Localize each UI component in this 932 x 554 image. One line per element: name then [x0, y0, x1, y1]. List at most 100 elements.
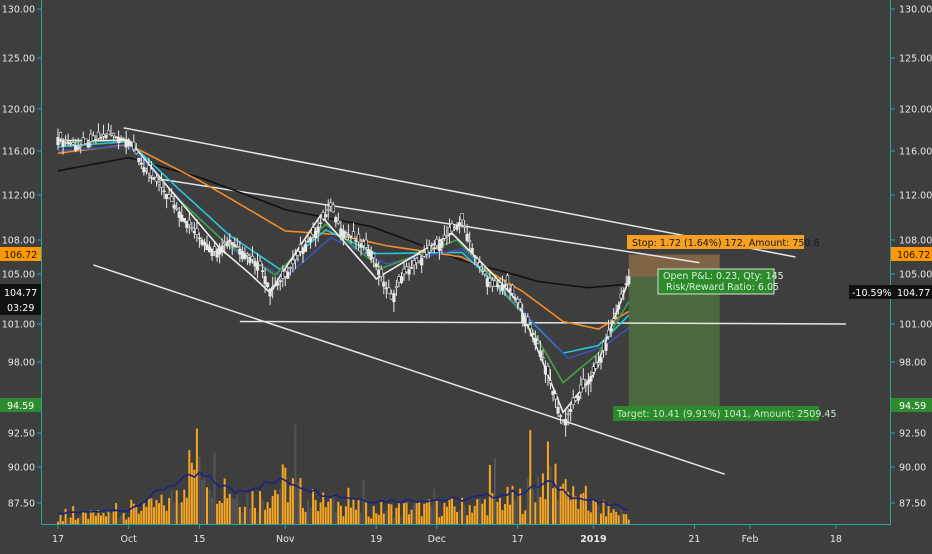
volume-bar [559, 486, 562, 524]
candle-body [154, 176, 159, 182]
volume-bar [569, 499, 572, 524]
volume-bar [395, 507, 398, 524]
volume-bar [408, 514, 411, 524]
chart-area[interactable]: Stop: 1.72 (1.64%) 172, Amount: 750.6 Op… [0, 0, 932, 550]
volume-bar [481, 503, 484, 524]
volume-bar [549, 466, 552, 524]
candle-body [228, 239, 232, 243]
volume-bar [534, 502, 537, 524]
target-zone[interactable] [628, 276, 720, 407]
volume-bar [332, 493, 335, 524]
candle-body [470, 248, 474, 254]
candle-body [407, 269, 411, 275]
volume-bar [130, 499, 133, 524]
candle-body [195, 228, 199, 235]
candle-body [518, 302, 522, 309]
candle-body [215, 249, 219, 258]
candle-body [412, 260, 416, 266]
candle-body [614, 312, 618, 315]
candle-body [516, 298, 520, 304]
volume-bar [112, 511, 115, 524]
volume-bar [529, 430, 532, 524]
volume-bar [360, 512, 363, 524]
volume-bar [145, 506, 148, 524]
candle-body [437, 242, 441, 252]
volume-bar [87, 518, 90, 524]
candle-body [432, 247, 436, 250]
candle-body [344, 232, 348, 234]
volume-bar [102, 512, 105, 524]
volume-bar [509, 504, 512, 524]
candle-body [185, 221, 189, 228]
candle-body [566, 413, 570, 416]
y-tick-label-right: 130.00 [899, 5, 932, 16]
candle-body [69, 142, 73, 145]
y-tick-label-left: 98.00 [8, 358, 35, 369]
volume-bar [546, 441, 549, 524]
volume-bar [165, 510, 168, 524]
volume-bar [418, 501, 421, 524]
candle-body [571, 397, 575, 405]
volume-bar [392, 517, 395, 524]
volume-bar [281, 464, 284, 524]
candle-body [89, 133, 93, 142]
candle-body [139, 162, 143, 165]
x-tick-label: 2019 [580, 534, 606, 545]
volume-bar [620, 509, 623, 524]
candle-body [99, 137, 103, 139]
volume-bar [574, 496, 577, 524]
candle-body [182, 218, 186, 222]
volume-bar [468, 505, 471, 524]
candle-body [349, 235, 353, 238]
volume-bar [617, 515, 620, 524]
candle-body [258, 260, 262, 266]
candle-body [553, 393, 558, 400]
volume-bar [107, 510, 110, 524]
candle-body [594, 362, 598, 369]
x-tick-label: 21 [688, 534, 700, 545]
candle-body [478, 262, 482, 267]
volume-bar [231, 498, 234, 524]
volume-bar [304, 511, 307, 524]
volume-bar [190, 462, 193, 524]
volume-bar [57, 521, 59, 524]
candle-body [548, 380, 553, 384]
volume-bar [135, 507, 138, 524]
candle-body [266, 282, 270, 287]
candle-body [190, 226, 194, 229]
stop-price-tag-left: 106.72 [4, 250, 37, 261]
volume-bar [271, 495, 274, 524]
volume-bar [206, 487, 209, 524]
volume-bar [301, 507, 304, 524]
candle-body [303, 244, 308, 252]
target-price-tag-right: 94.59 [899, 401, 926, 412]
candle-body [493, 280, 497, 287]
candle-body [260, 270, 265, 272]
candle-body [465, 233, 469, 241]
candle-body [114, 136, 118, 139]
candle-body [132, 141, 136, 150]
y-tick-label-left: 108.00 [2, 236, 35, 247]
volume-bar [597, 505, 600, 524]
candle-body [533, 337, 537, 345]
candle-body [526, 316, 530, 325]
volume-bar [478, 498, 481, 524]
volume-bar [69, 517, 72, 524]
candle-body [612, 318, 616, 322]
volume-bar [115, 503, 118, 524]
volume-bar [170, 490, 173, 524]
candle-body [180, 214, 184, 222]
volume-bar [312, 489, 315, 524]
candle-body [356, 233, 361, 243]
price-chart[interactable]: Stop: 1.72 (1.64%) 172, Amount: 750.6 Op… [0, 0, 932, 550]
volume-bar [294, 424, 297, 524]
volume-bar [216, 503, 219, 524]
candle-body [152, 178, 156, 180]
candle-body [255, 262, 260, 271]
volume-bar [337, 501, 340, 524]
candle-body [576, 395, 580, 401]
volume-bar [286, 502, 289, 524]
y-tick-label-left: 105.00 [2, 270, 35, 281]
candle-body [404, 266, 409, 273]
candle-body [596, 362, 601, 365]
